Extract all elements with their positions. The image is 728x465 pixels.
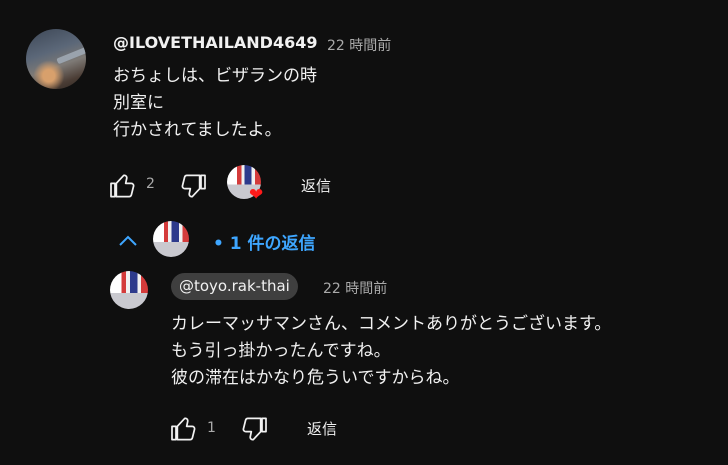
- reply-author-avatar[interactable]: [110, 271, 148, 309]
- reply-reply-button[interactable]: 返信: [307, 418, 337, 439]
- dislike-icon: [242, 417, 267, 441]
- reply-text-line: カレーマッサマンさん、コメントありがとうございます。: [171, 314, 612, 334]
- like-count: 2: [146, 176, 155, 192]
- replies-count-label[interactable]: • 1 件の返信: [213, 229, 316, 254]
- comment-text: おちょしは、ビザランの時 別室に 行かされてましたよ。: [113, 63, 317, 144]
- reply-timestamp[interactable]: 22 時間前: [323, 278, 387, 298]
- comment-text-line: 別室に: [113, 93, 164, 113]
- reply-like-button[interactable]: [168, 413, 200, 445]
- like-button[interactable]: [107, 170, 139, 202]
- reply-text-line: もう引っ掛かったんですね。: [171, 341, 391, 361]
- reply-dislike-button[interactable]: [238, 413, 270, 445]
- reply-author-chip[interactable]: @toyo.rak-thai: [171, 273, 298, 300]
- reply-preview-avatar[interactable]: [153, 221, 189, 257]
- dislike-icon: [181, 174, 206, 198]
- comment-timestamp[interactable]: 22 時間前: [327, 35, 391, 55]
- chevron-up-icon: [119, 235, 137, 246]
- dislike-button[interactable]: [177, 170, 209, 202]
- reply-text-line: 彼の滞在はかなり危ういですからね。: [171, 368, 460, 388]
- reply-button[interactable]: 返信: [301, 175, 331, 196]
- comment-text-line: 行かされてましたよ。: [113, 120, 282, 140]
- like-icon: [110, 174, 135, 198]
- reply-like-count: 1: [207, 420, 216, 436]
- comment-text-line: おちょしは、ビザランの時: [113, 66, 317, 86]
- collapse-replies-button[interactable]: [117, 232, 139, 250]
- creator-heart-icon: ❤: [249, 185, 264, 205]
- commenter-avatar[interactable]: [26, 29, 86, 89]
- like-icon: [171, 417, 196, 441]
- reply-text: カレーマッサマンさん、コメントありがとうございます。 もう引っ掛かったんですね。…: [171, 311, 611, 392]
- comment-author[interactable]: @ILOVETHAILAND4649: [113, 33, 317, 52]
